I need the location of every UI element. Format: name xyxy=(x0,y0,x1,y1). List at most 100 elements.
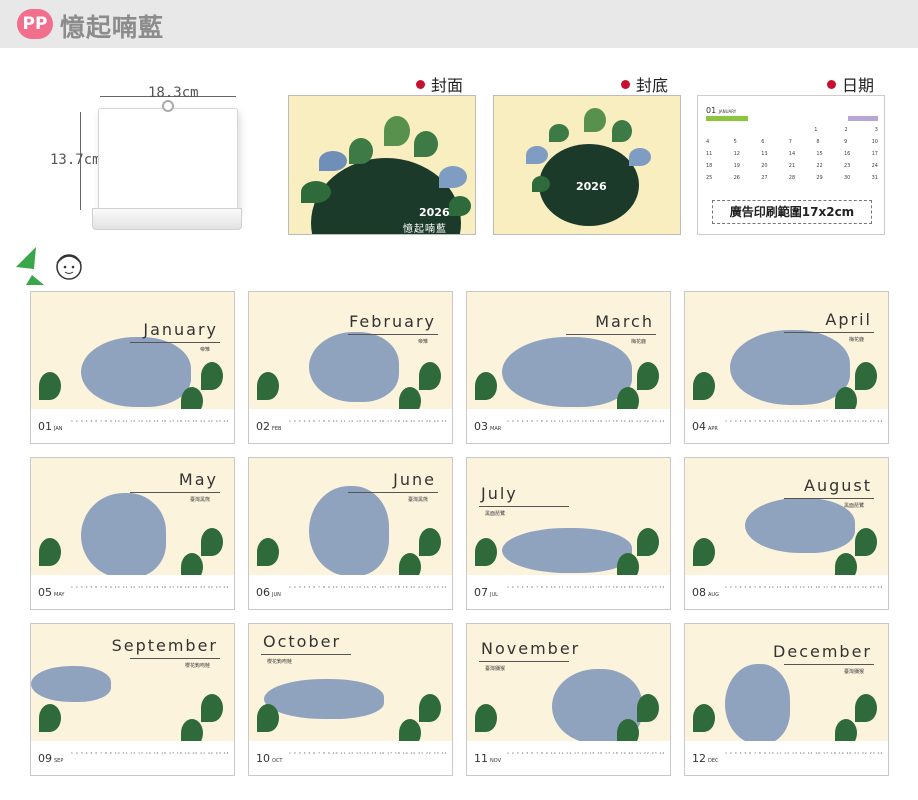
date-page-preview: 01 JANUARY 123 4 5 6 7 8 9 10 11 12 13 14 15 16 17 1… xyxy=(697,95,885,235)
back-cover-preview: 2026 xyxy=(493,95,681,235)
days-row: 1 2 3 4 5 6 7 8 9 10 11 12 13 14 15 16 1… xyxy=(507,751,667,755)
month-card-feb: February 帝雉 02 FEB 1 2 3 4 5 6 7 8 9 10 11 1… xyxy=(248,291,453,444)
animal-body xyxy=(502,337,632,407)
month-number: 09 SEP xyxy=(38,752,64,765)
month-underline xyxy=(348,492,438,493)
month-underline xyxy=(261,654,351,655)
date-label: 日期 xyxy=(827,72,874,96)
species-label: 帝雉 xyxy=(417,339,428,345)
animal-body xyxy=(309,332,399,402)
month-number: 04 APR xyxy=(692,420,718,433)
leaf-decoration xyxy=(201,694,223,722)
days-row: 1 2 3 4 5 6 7 8 9 10 11 12 13 14 15 16 1… xyxy=(507,419,667,423)
days-row: 1 2 3 4 5 6 7 8 9 10 11 12 13 14 15 16 1… xyxy=(289,585,449,589)
month-card-nov: November 臺灣獼猴 11 NOV 1 2 3 4 5 6 7 8 9 10 11… xyxy=(466,623,671,776)
month-name: January xyxy=(143,320,218,339)
leaf-decoration xyxy=(419,528,441,556)
month-name: December xyxy=(773,642,872,661)
page-title: 憶起喃藍 xyxy=(60,13,165,42)
animal-body xyxy=(264,679,384,719)
month-underline xyxy=(479,506,569,507)
calendar-stand-illustration: 18.3cm 13.7cm xyxy=(50,80,270,240)
animal-body xyxy=(730,330,850,405)
date-grid: 123 4 5 6 7 8 9 10 11 12 13 14 15 16 17 18 19 20 21 22 23… xyxy=(706,127,878,181)
leaf-decoration xyxy=(855,362,877,390)
species-label: 櫻花鉤吻鮭 xyxy=(184,663,210,669)
month-underline xyxy=(479,661,569,662)
girl-doodle-icon xyxy=(16,247,82,285)
month-name: April xyxy=(825,310,872,329)
back-cover-label: 封底 xyxy=(621,72,668,96)
leaf-decoration xyxy=(475,538,497,566)
month-card-jul: July 黑面琵鷺 07 JUL 1 2 3 4 5 6 7 8 9 10 11 12 … xyxy=(466,457,671,610)
species-label: 臺灣獼猴 xyxy=(485,666,506,672)
month-name: November xyxy=(481,639,581,658)
leaf-decoration xyxy=(257,538,279,566)
days-row: 1 2 3 4 5 6 7 8 9 10 11 12 13 14 15 16 1… xyxy=(71,585,231,589)
date-month-heading: 01 JANUARY xyxy=(706,106,737,115)
month-number: 06 JUN xyxy=(256,586,281,599)
month-name: October xyxy=(263,632,342,651)
month-number: 11 NOV xyxy=(474,752,502,765)
leaf-decoration xyxy=(693,704,715,732)
days-row: 1 2 3 4 5 6 7 8 9 10 11 12 13 14 15 16 1… xyxy=(71,419,231,423)
month-card-may: May 臺灣黑熊 05 MAY 1 2 3 4 5 6 7 8 9 10 11 12 1… xyxy=(30,457,235,610)
leaf-decoration xyxy=(693,372,715,400)
leaf-decoration xyxy=(475,372,497,400)
days-row: 1 2 3 4 5 6 7 8 9 10 11 12 13 14 15 16 1… xyxy=(725,585,885,589)
month-number: 07 JUL xyxy=(474,586,498,599)
leaf-decoration xyxy=(257,704,279,732)
month-number: 10 OCT xyxy=(256,752,283,765)
month-name: March xyxy=(595,312,654,331)
month-underline xyxy=(130,658,220,659)
days-row: 1 2 3 4 5 6 7 8 9 10 11 12 13 14 15 16 1… xyxy=(71,751,231,755)
leaf-decoration xyxy=(637,528,659,556)
species-label: 梅花鹿 xyxy=(630,339,646,345)
animal-body xyxy=(81,337,191,407)
leaf-decoration xyxy=(39,704,61,732)
stand-ring-icon xyxy=(162,100,174,112)
month-underline xyxy=(566,334,656,335)
leaf-decoration xyxy=(475,704,497,732)
month-card-dec: December 臺灣獼猴 12 DEC 1 2 3 4 5 6 7 8 9 10 11… xyxy=(684,623,889,776)
month-card-aug: August 黑面琵鷺 08 AUG 1 2 3 4 5 6 7 8 9 10 11 1… xyxy=(684,457,889,610)
days-row: 1 2 3 4 5 6 7 8 9 10 11 12 13 14 15 16 1… xyxy=(289,751,449,755)
animal-body xyxy=(502,528,632,573)
leaf-decoration xyxy=(637,362,659,390)
leaf-decoration xyxy=(637,694,659,722)
leaf-decoration xyxy=(419,362,441,390)
month-card-sep: September 櫻花鉤吻鮭 09 SEP 1 2 3 4 5 6 7 8 9 10 … xyxy=(30,623,235,776)
month-underline xyxy=(130,342,220,343)
month-name: May xyxy=(178,470,218,489)
front-cover-label: 封面 xyxy=(416,72,463,96)
month-number: 08 AUG xyxy=(692,586,719,599)
month-card-jun: June 臺灣黑熊 06 JUN 1 2 3 4 5 6 7 8 9 10 11 12 … xyxy=(248,457,453,610)
leaf-decoration xyxy=(855,694,877,722)
species-label: 黑面琵鷺 xyxy=(843,503,864,509)
month-card-apr: April 梅花鹿 04 APR 1 2 3 4 5 6 7 8 9 10 11 12 … xyxy=(684,291,889,444)
month-card-oct: October 櫻花鉤吻鮭 10 OCT 1 2 3 4 5 6 7 8 9 10 11… xyxy=(248,623,453,776)
leaf-decoration xyxy=(855,528,877,556)
animal-body xyxy=(31,666,111,702)
month-name: August xyxy=(804,476,872,495)
front-cover-preview: 2026 憶起喃藍 xyxy=(288,95,476,235)
month-number: 05 MAY xyxy=(38,586,65,599)
species-label: 黑面琵鷺 xyxy=(485,511,506,517)
animal-body xyxy=(725,664,790,744)
height-dimension-label: 13.7cm xyxy=(50,152,101,168)
days-row: 1 2 3 4 5 6 7 8 9 10 11 12 13 14 15 16 1… xyxy=(725,751,885,755)
species-label: 臺灣黑熊 xyxy=(407,497,428,503)
month-number: 12 DEC xyxy=(692,752,719,765)
red-dot-icon xyxy=(827,80,836,89)
ad-print-area: 廣告印刷範圍17x2cm xyxy=(712,200,872,224)
month-underline xyxy=(130,492,220,493)
leaf-decoration xyxy=(39,372,61,400)
month-underline xyxy=(784,664,874,665)
width-dimension-label: 18.3cm xyxy=(148,85,199,101)
days-row: 1 2 3 4 5 6 7 8 9 10 11 12 13 14 15 16 1… xyxy=(507,585,667,589)
pp-badge: PP xyxy=(17,9,53,39)
animal-body xyxy=(309,486,389,576)
species-label: 臺灣獼猴 xyxy=(843,669,864,675)
stand-board xyxy=(98,108,238,213)
species-label: 帝雉 xyxy=(199,347,210,353)
